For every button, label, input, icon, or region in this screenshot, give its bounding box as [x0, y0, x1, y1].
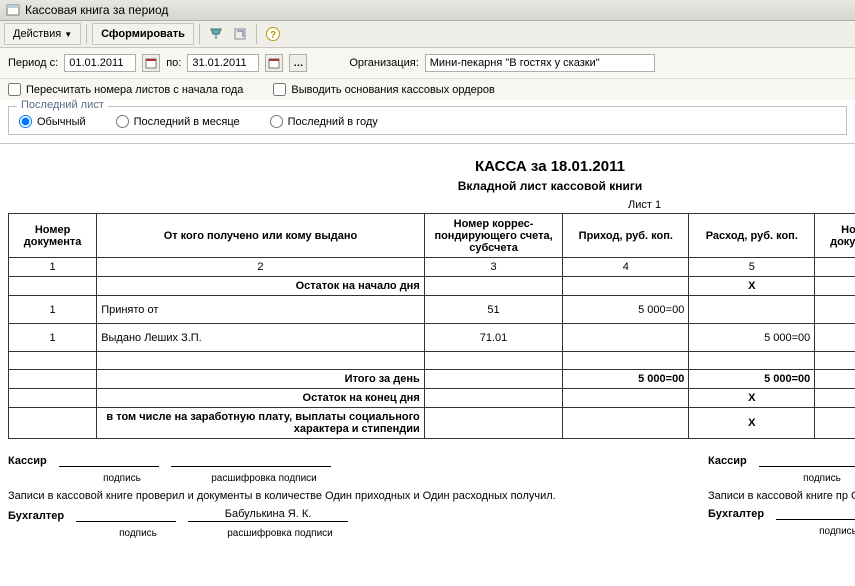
- org-input[interactable]: [425, 54, 655, 72]
- window-icon: [6, 3, 20, 17]
- cashier-label: Кассир: [8, 455, 47, 467]
- refresh-icon[interactable]: [229, 23, 251, 45]
- table-colnum-row: 1 2 3 4 5 1: [9, 258, 855, 277]
- report-title: КАССА за 18.01.2011: [8, 158, 855, 175]
- radio-year-input[interactable]: [270, 115, 283, 128]
- sig-line: [776, 518, 855, 520]
- period-to-input[interactable]: [187, 54, 259, 72]
- checkbox-row: Пересчитать номера листов с начала года …: [0, 79, 855, 100]
- separator: [86, 24, 87, 44]
- sig-line: [76, 520, 176, 522]
- recount-checkbox-input[interactable]: [8, 83, 21, 96]
- org-label: Организация:: [349, 57, 418, 69]
- accountant-name: Бабулькина Я. К.: [188, 508, 348, 522]
- params-row: Период с: по: … Организация:: [0, 48, 855, 79]
- report-area[interactable]: КАССА за 18.01.2011 Вкладной лист кассов…: [0, 143, 855, 549]
- cash-table: Номер документа От кого получено или ком…: [8, 213, 855, 439]
- empty-row: [9, 352, 855, 370]
- calendar-icon[interactable]: [265, 54, 283, 72]
- accountant-label: Бухгалтер: [8, 510, 64, 522]
- basis-checkbox-input[interactable]: [273, 83, 286, 96]
- group-title: Последний лист: [17, 99, 108, 111]
- table-row: 1 Выдано Леших З.П. 71.01 5 000=00 1 Выд…: [9, 324, 855, 352]
- toolbar: Действия▼ Сформировать ?: [0, 21, 855, 48]
- accountant-label-2: Бухгалтер: [708, 508, 764, 520]
- start-balance-row: Остаток на начало дня X: [9, 277, 855, 296]
- svg-text:?: ?: [270, 30, 276, 41]
- sig-line: [759, 465, 855, 467]
- check-text-2: Записи в кассовой книге пр Один приходны…: [708, 490, 855, 502]
- radio-month-input[interactable]: [116, 115, 129, 128]
- settings-icon[interactable]: [205, 23, 227, 45]
- period-select-icon[interactable]: …: [289, 54, 307, 72]
- form-button[interactable]: Сформировать: [92, 23, 194, 45]
- col-income: Приход, руб. коп.: [563, 214, 689, 258]
- separator: [256, 24, 257, 44]
- end-balance-row: Остаток на конец дня X: [9, 389, 855, 408]
- radio-month[interactable]: Последний в месяце: [116, 115, 240, 128]
- col-doc-no: Номер документа: [9, 214, 97, 258]
- day-total-row: Итого за день 5 000=00 5 000=00: [9, 370, 855, 389]
- recount-checkbox[interactable]: Пересчитать номера листов с начала года: [8, 83, 243, 96]
- actions-button[interactable]: Действия▼: [4, 23, 81, 45]
- separator: [199, 24, 200, 44]
- col-expense: Расход, руб. коп.: [689, 214, 815, 258]
- table-row: 1 Принято от 51 5 000=00 1 Принято от: [9, 296, 855, 324]
- col-corr: Номер коррес-пондирующего счета, субсчет…: [424, 214, 563, 258]
- radio-normal-input[interactable]: [19, 115, 32, 128]
- col-whom: От кого получено или кому выдано: [97, 214, 425, 258]
- report-subtitle: Вкладной лист кассовой книги: [8, 179, 855, 193]
- salary-row: в том числе на заработную плату, выплаты…: [9, 408, 855, 439]
- table-header-row: Номер документа От кого получено или ком…: [9, 214, 855, 258]
- calendar-icon[interactable]: [142, 54, 160, 72]
- period-from-input[interactable]: [64, 54, 136, 72]
- sheet-label: Лист 1: [628, 199, 855, 211]
- check-text: Записи в кассовой книге проверил и докум…: [8, 490, 668, 502]
- period-from-label: Период с:: [8, 57, 58, 69]
- sig-line: [59, 465, 159, 467]
- radio-year[interactable]: Последний в году: [270, 115, 378, 128]
- help-icon[interactable]: ?: [262, 23, 284, 45]
- basis-checkbox[interactable]: Выводить основания кассовых ордеров: [273, 83, 494, 96]
- sig-line: [171, 465, 331, 467]
- title-bar: Кассовая книга за период: [0, 0, 855, 21]
- period-to-label: по:: [166, 57, 181, 69]
- radio-normal[interactable]: Обычный: [19, 115, 86, 128]
- last-sheet-group: Последний лист Обычный Последний в месяц…: [8, 106, 847, 135]
- col-doc-no-2: Номер документа: [815, 214, 855, 258]
- report-footer: Кассир подпись расшифровка подписи Запис…: [8, 449, 855, 539]
- cashier-label-2: Кассир: [708, 455, 747, 467]
- chevron-down-icon: ▼: [64, 30, 72, 39]
- window-title: Кассовая книга за период: [25, 3, 168, 17]
